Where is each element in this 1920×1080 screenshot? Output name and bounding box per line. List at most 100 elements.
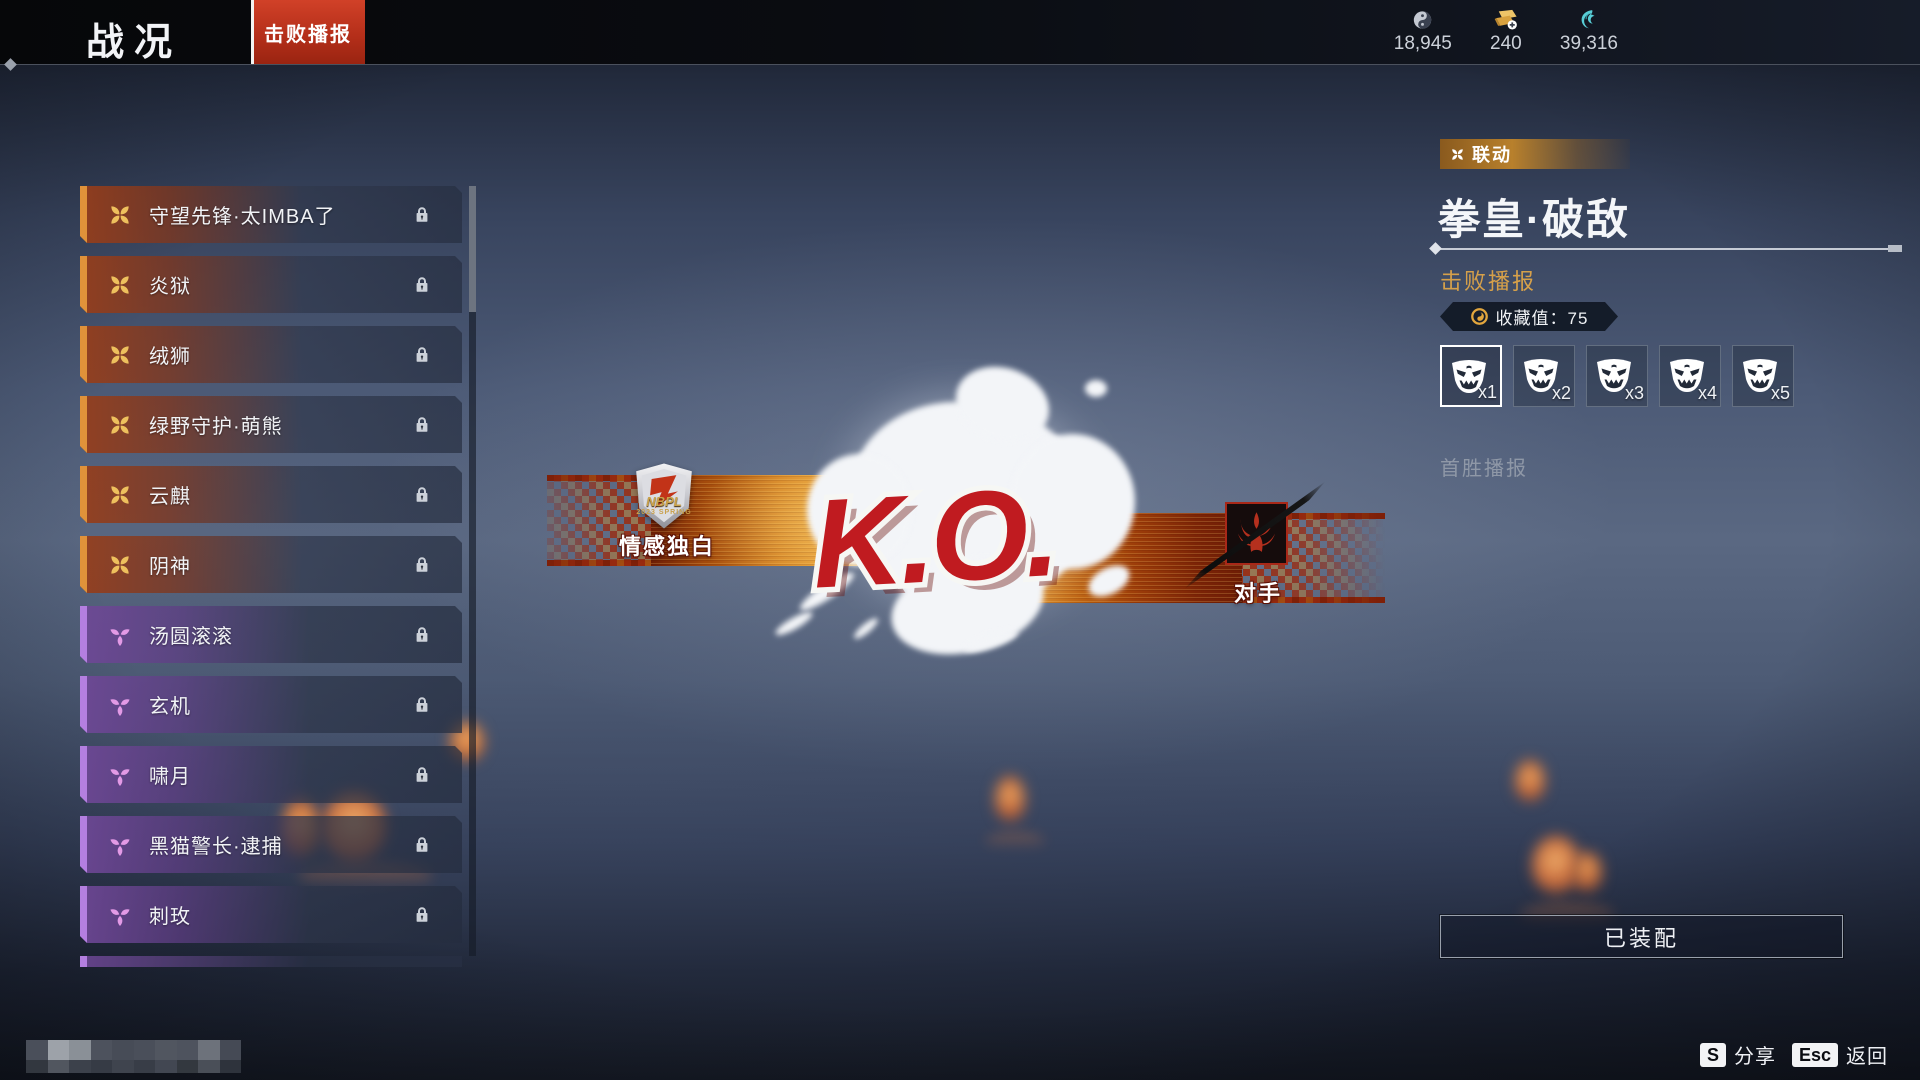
collab-label: 联动 xyxy=(1472,145,1512,165)
sidebar-item-11[interactable]: 刺玫 xyxy=(80,886,462,943)
tier-accent-bar xyxy=(80,536,87,593)
gold-ingot-icon xyxy=(1492,8,1519,32)
gold-shuriken-icon xyxy=(106,411,134,439)
ko-text: K.O. K.O. xyxy=(777,409,1218,651)
mask-broadcast-tile-2[interactable]: x2 xyxy=(1513,345,1575,407)
sidebar-item-label: 汤圆滚滚 xyxy=(149,626,233,648)
mask-broadcast-tile-3[interactable]: x3 xyxy=(1586,345,1648,407)
sidebar-item-3[interactable]: 绒狮 xyxy=(80,326,462,383)
tier-accent-bar xyxy=(80,186,87,243)
jade-spiral-icon xyxy=(1575,8,1602,32)
sidebar-item-5[interactable]: 云麒 xyxy=(80,466,462,523)
sidebar-item-12-partial[interactable] xyxy=(80,956,462,967)
share-keycap: S xyxy=(1700,1042,1727,1067)
censored-player-name xyxy=(26,1040,241,1073)
collab-badge: 联动 xyxy=(1440,139,1630,169)
currency-gold-ingot[interactable]: 240 xyxy=(1478,8,1534,55)
tier-accent-bar xyxy=(80,396,87,453)
share-label: 分享 xyxy=(1734,1046,1777,1068)
header-divider xyxy=(0,64,1920,65)
badge-text-top: NBPL xyxy=(646,494,682,509)
sidebar-item-label: 绒狮 xyxy=(149,346,191,368)
tier-accent-bar xyxy=(80,816,87,873)
back-keycap: Esc xyxy=(1792,1042,1839,1067)
svg-text:K.O.: K.O. xyxy=(809,461,1059,615)
purple-trillium-icon xyxy=(106,761,134,789)
tier-accent-bar xyxy=(80,326,87,383)
lock-icon xyxy=(410,693,434,717)
sidebar-item-label: 绿野守护·萌熊 xyxy=(149,416,283,438)
gold-shuriken-icon xyxy=(106,271,134,299)
mask-count-label: x1 xyxy=(1477,382,1497,402)
mask-count-label: x3 xyxy=(1624,383,1644,403)
lock-icon xyxy=(410,273,434,297)
sidebar-item-2[interactable]: 炎狱 xyxy=(80,256,462,313)
sidebar-item-4[interactable]: 绿野守护·萌熊 xyxy=(80,396,462,453)
broadcast-list: 守望先锋·太IMBA了 炎狱 绒狮 绿野守护·萌熊 云麒 阴神 汤圆滚滚 玄机 … xyxy=(80,186,462,943)
currency-jade-spiral[interactable]: 39,316 xyxy=(1560,8,1618,55)
equipped-button[interactable]: 已装配 xyxy=(1440,915,1843,958)
item-category: 击败播报 xyxy=(1440,269,1537,294)
mask-broadcast-tile-4[interactable]: x4 xyxy=(1659,345,1721,407)
top-bar: 战况 击败播报 18,945 240 39,316 xyxy=(0,0,1920,64)
sidebar-item-label: 黑猫警长·逮捕 xyxy=(149,836,283,858)
panel-divider xyxy=(1436,248,1902,250)
tier-accent-bar xyxy=(80,676,87,733)
sidebar-item-label: 云麒 xyxy=(149,486,191,508)
sidebar-item-7[interactable]: 汤圆滚滚 xyxy=(80,606,462,663)
mask-broadcast-tile-1[interactable]: x1 xyxy=(1440,345,1502,407)
yinyang-coin-icon xyxy=(1409,8,1436,32)
sidebar-item-8[interactable]: 玄机 xyxy=(80,676,462,733)
currency-value: 18,945 xyxy=(1393,33,1452,54)
lock-icon xyxy=(410,413,434,437)
tier-accent-bar xyxy=(80,886,87,943)
divider-end-nub xyxy=(1888,245,1902,252)
badge-text-bottom: 2023 SPRING xyxy=(636,509,692,516)
equipped-button-label: 已装配 xyxy=(1603,925,1679,951)
sidebar-item-9[interactable]: 啸月 xyxy=(80,746,462,803)
first-win-broadcast-label: 首胜播报 xyxy=(1440,458,1528,480)
currency-value: 240 xyxy=(1490,33,1522,54)
gold-shuriken-icon xyxy=(106,551,134,579)
sidebar-item-10[interactable]: 黑猫警长·逮捕 xyxy=(80,816,462,873)
sidebar-item-1[interactable]: 守望先锋·太IMBA了 xyxy=(80,186,462,243)
sidebar-item-label: 玄机 xyxy=(149,696,191,718)
currency-value: 39,316 xyxy=(1559,33,1618,54)
winner-name: 情感独白 xyxy=(619,534,716,559)
collection-swirl-icon xyxy=(1470,307,1489,326)
gold-shuriken-icon xyxy=(106,341,134,369)
lock-icon xyxy=(410,483,434,507)
sidebar-item-label: 啸月 xyxy=(149,766,191,788)
sidebar-item-6[interactable]: 阴神 xyxy=(80,536,462,593)
mask-count-label: x2 xyxy=(1551,383,1571,403)
lock-icon xyxy=(410,623,434,647)
lock-icon xyxy=(410,903,434,927)
mask-count-label: x4 xyxy=(1697,383,1717,403)
footer-hints: S 分享 Esc 返回 xyxy=(1700,1040,1888,1069)
purple-trillium-icon xyxy=(106,831,134,859)
purple-trillium-icon xyxy=(106,901,134,929)
currency-group: 18,945 240 39,316 xyxy=(1394,8,1618,55)
page-title: 战况 xyxy=(86,22,183,64)
mask-broadcast-tile-5[interactable]: x5 xyxy=(1732,345,1794,407)
sidebar-item-label: 阴神 xyxy=(149,556,191,578)
lock-icon xyxy=(410,833,434,857)
tier-accent-bar xyxy=(80,256,87,313)
lock-icon xyxy=(410,203,434,227)
purple-trillium-icon xyxy=(106,691,134,719)
battle-report-screen: 战况 击败播报 18,945 240 39,316 守望先锋·太IMBA了 炎狱… xyxy=(0,0,1920,1080)
tier-accent-bar xyxy=(80,466,87,523)
lantern-reflection xyxy=(985,832,1045,850)
back-hint[interactable]: Esc 返回 xyxy=(1792,1040,1888,1069)
list-scrollbar[interactable] xyxy=(469,186,476,956)
shuriken-icon xyxy=(1449,146,1466,163)
share-hint[interactable]: S 分享 xyxy=(1700,1040,1776,1069)
sidebar-item-label: 炎狱 xyxy=(149,276,191,298)
lock-icon xyxy=(410,763,434,787)
scrollbar-thumb[interactable] xyxy=(469,186,476,312)
tab-label: 击败播报 xyxy=(264,23,352,46)
currency-yinyang-coin[interactable]: 18,945 xyxy=(1394,8,1452,55)
tab-defeat-broadcast[interactable]: 击败播报 xyxy=(251,0,365,64)
opponent-name: 对手 xyxy=(1233,581,1282,606)
mask-count-label: x5 xyxy=(1770,383,1790,403)
